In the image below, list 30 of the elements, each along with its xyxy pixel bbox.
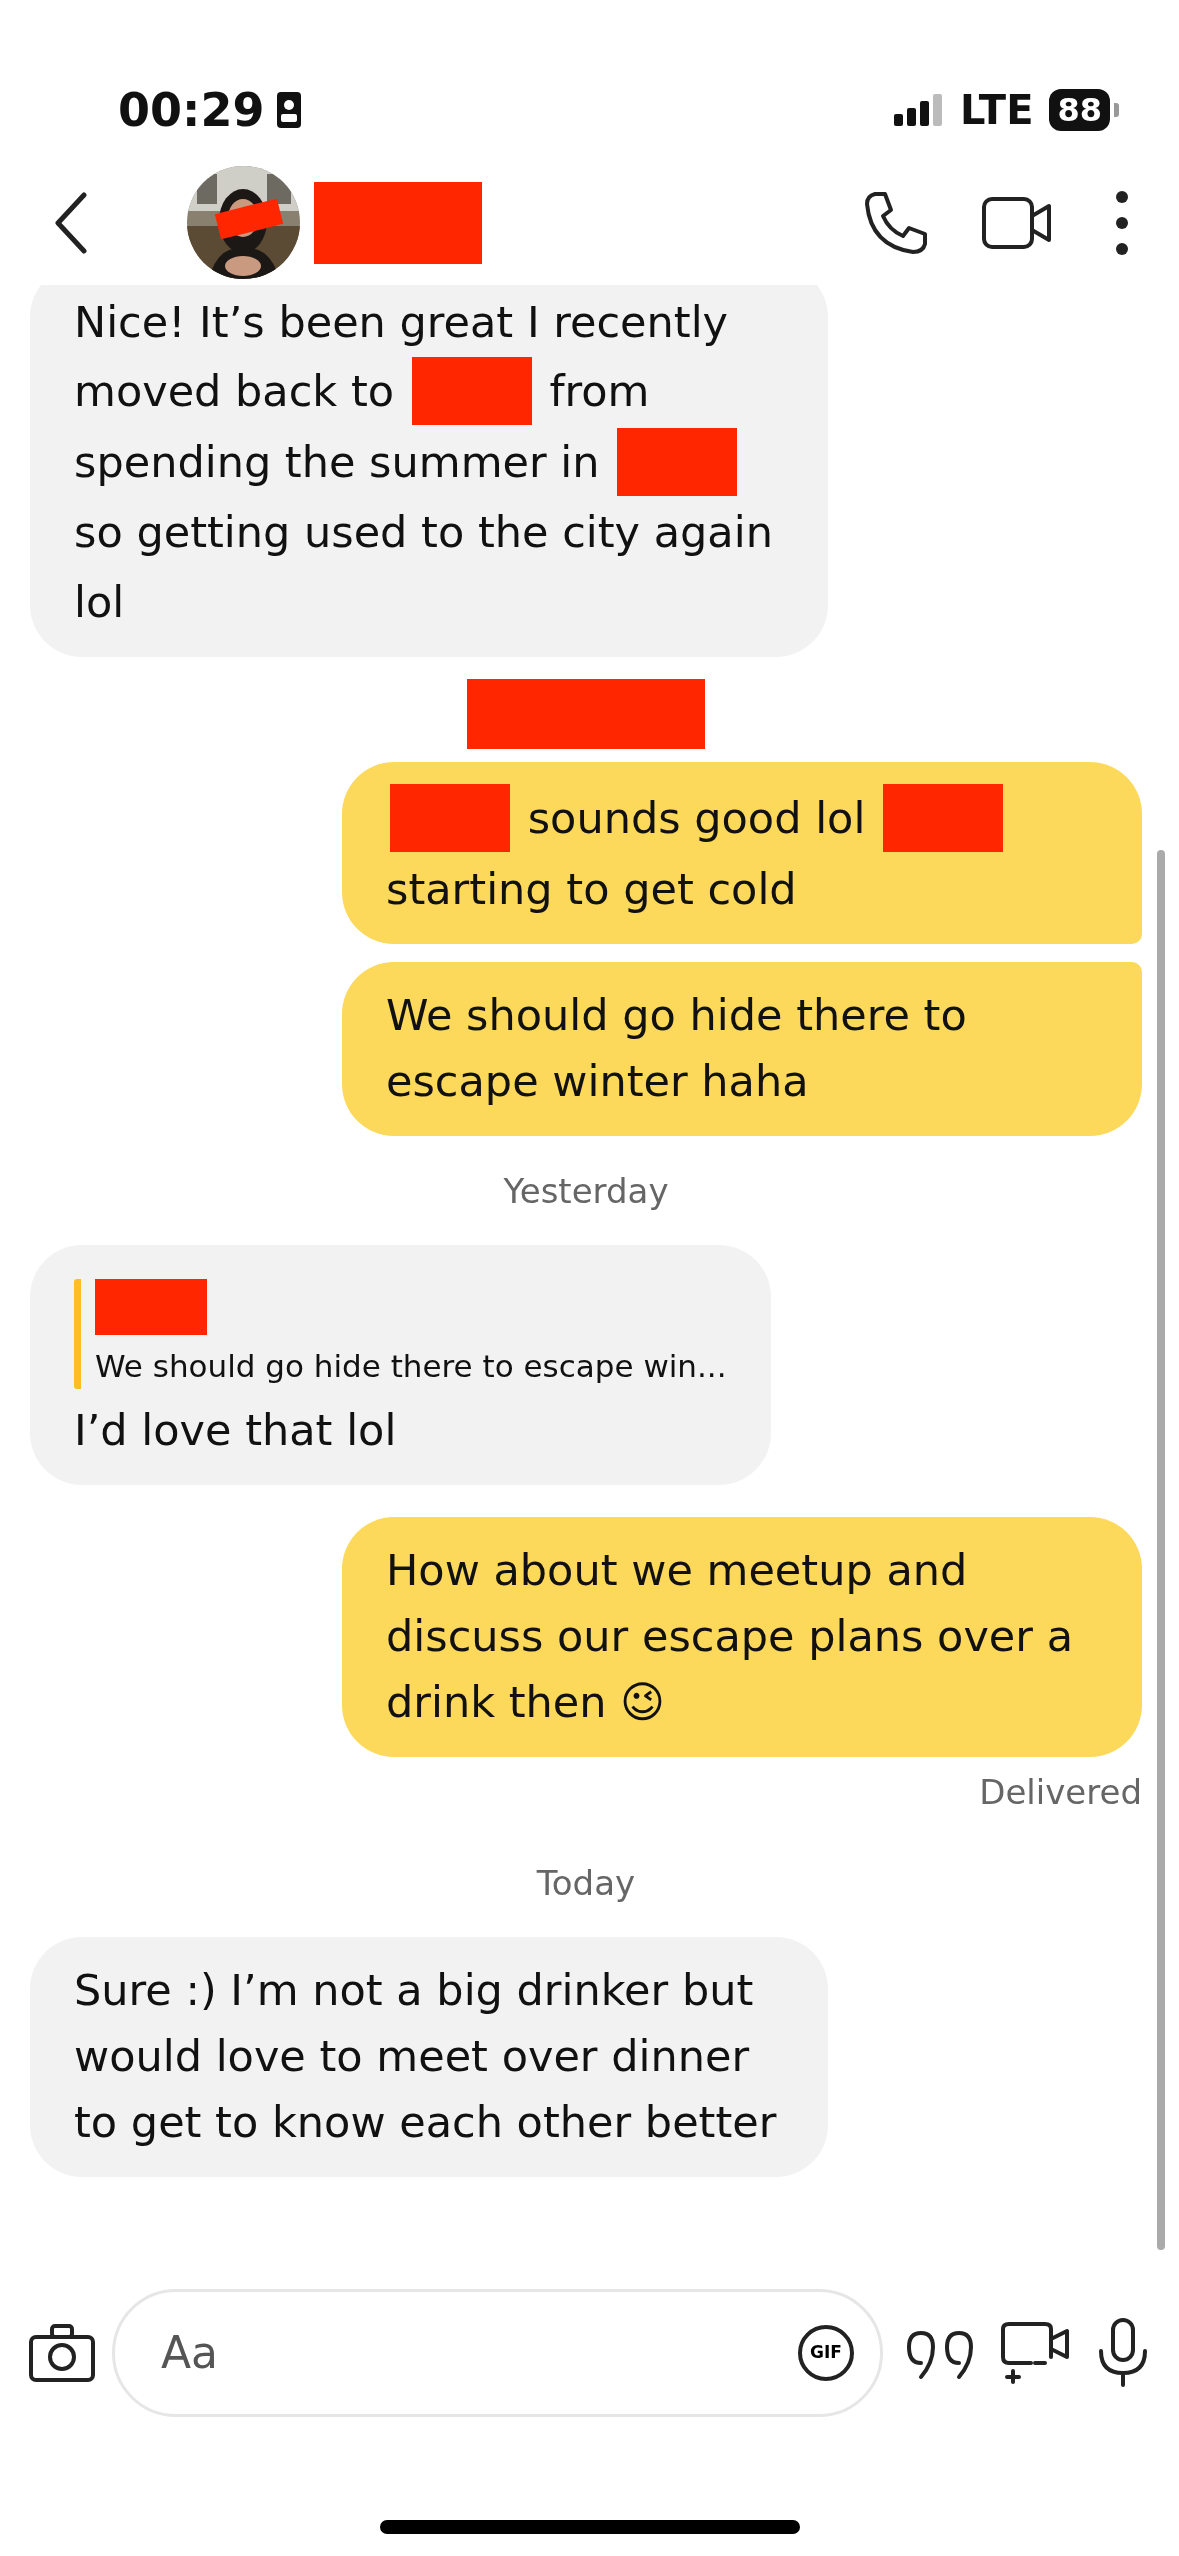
add-video-icon[interactable]: [999, 2320, 1071, 2385]
quoted-text: We should go hide there to escape win...: [95, 1346, 727, 1386]
battery-level: 88: [1049, 89, 1110, 131]
message-text: spending the summer in: [74, 435, 600, 489]
video-call-icon[interactable]: [981, 195, 1053, 250]
message-text: from: [549, 365, 650, 418]
date-separator: Yesterday: [503, 1169, 669, 1213]
signal-icon: [894, 94, 944, 126]
status-time: 00:29: [118, 82, 265, 138]
back-icon[interactable]: [55, 191, 87, 254]
date-separator: Today: [536, 1861, 636, 1905]
message-text: Sure :) I’m not a big drinker but would love to meet over dinner to get to know each other better: [74, 1964, 777, 2147]
battery-tip-icon: [1114, 103, 1119, 117]
message-text: How about we meetup and discuss our escape plans over a drink then 😉: [386, 1544, 1073, 1727]
message-text: Nice! It’s been great I recently: [74, 295, 729, 349]
message-text: starting to get cold: [386, 862, 797, 916]
delivery-status: Delivered: [979, 1770, 1142, 1814]
message-text: We should go hide there to escape winter haha: [386, 989, 967, 1106]
message-text: I’d love that lol: [74, 1404, 397, 1455]
message-text: so getting used to the city again: [74, 506, 773, 559]
message-input-field[interactable]: Aa GIF: [112, 2288, 883, 2417]
network-label: LTE: [960, 86, 1034, 135]
microphone-icon[interactable]: [1097, 2316, 1149, 2389]
message-text: sounds good lol: [527, 792, 866, 845]
message-text: moved back to: [74, 365, 395, 418]
id-badge-icon: [276, 91, 303, 129]
message-text: lol: [74, 575, 125, 629]
menu-icon[interactable]: [1115, 189, 1129, 256]
camera-icon[interactable]: [28, 2322, 96, 2383]
gif-button[interactable]: GIF: [798, 2324, 854, 2381]
